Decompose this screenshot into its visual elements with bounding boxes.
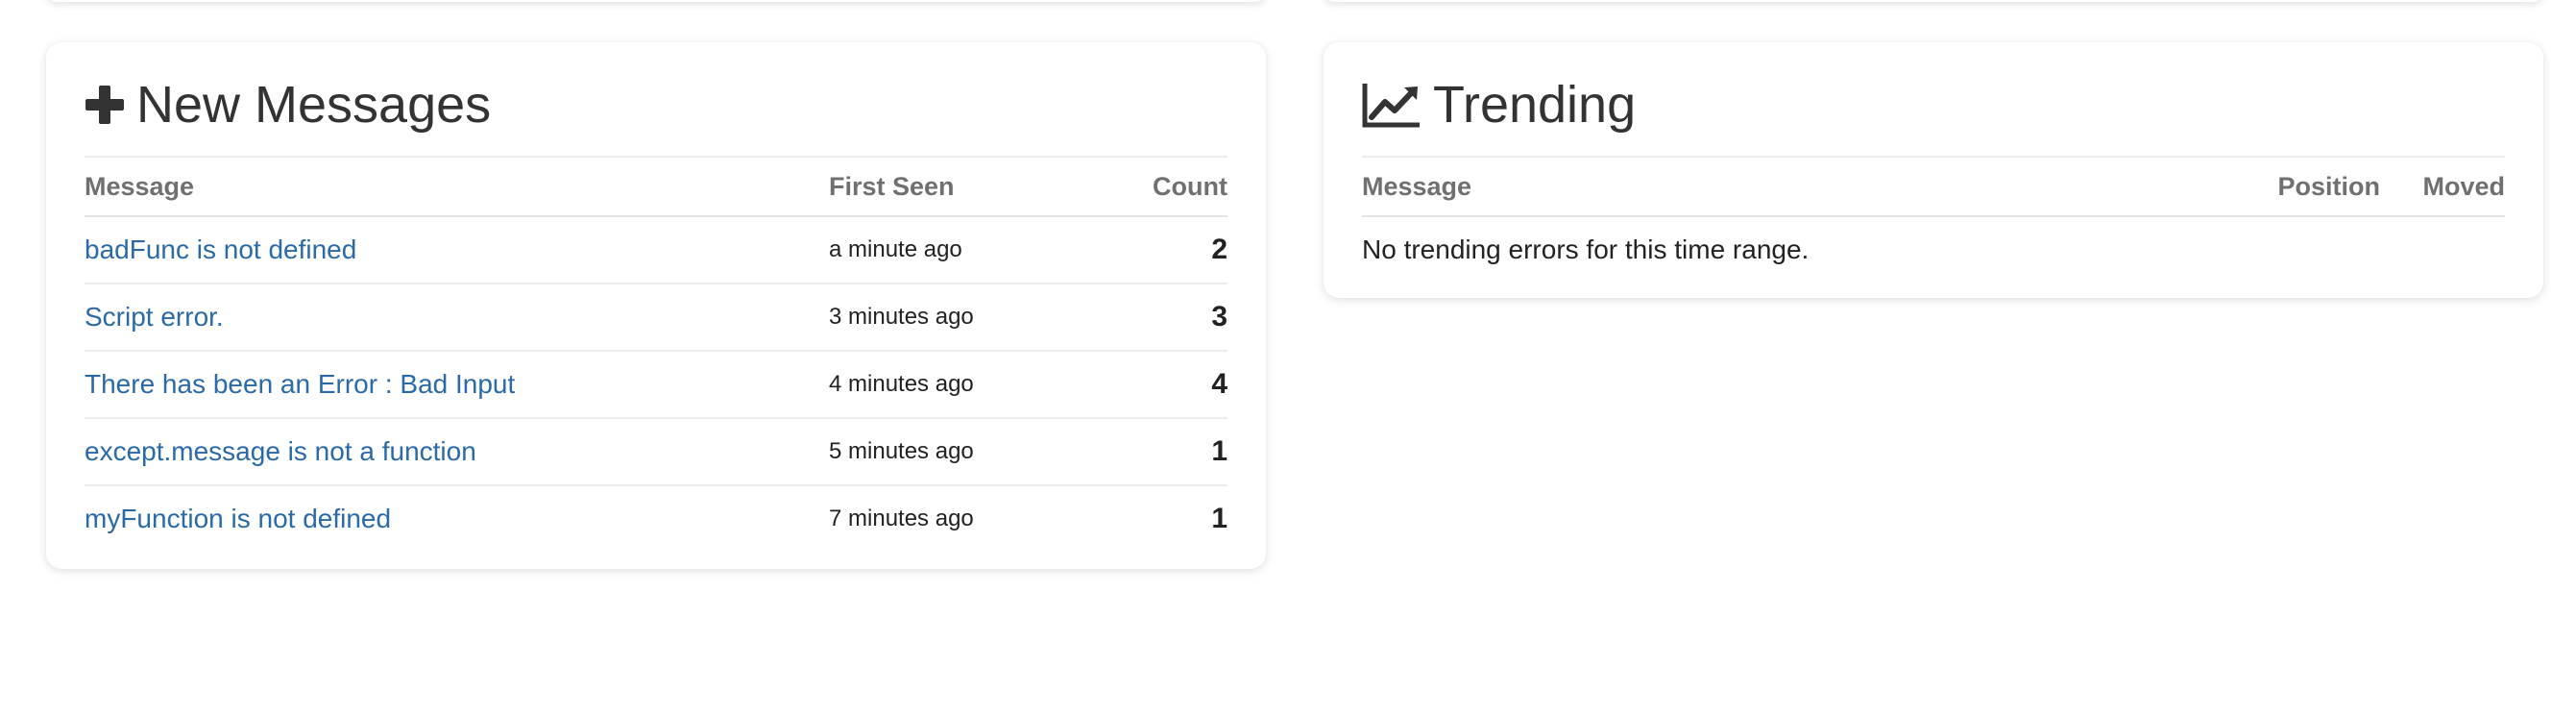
trending-title: Trending <box>1433 76 1637 134</box>
column-header-moved: Moved <box>2380 156 2505 217</box>
message-link[interactable]: except.message is not a function <box>85 436 476 466</box>
new-messages-title: New Messages <box>136 76 492 134</box>
previous-card-right <box>1324 0 2543 2</box>
new-messages-card: New Messages Message First Seen Count ba… <box>46 42 1266 569</box>
table-row: Script error. 3 minutes ago 3 <box>85 284 1227 352</box>
table-row: except.message is not a function 5 minut… <box>85 418 1227 486</box>
count-value: 3 <box>1107 284 1227 352</box>
count-value: 1 <box>1107 418 1227 486</box>
column-header-count: Count <box>1107 156 1227 217</box>
column-header-message: Message <box>85 156 829 217</box>
message-link[interactable]: Script error. <box>85 302 224 332</box>
message-link[interactable]: myFunction is not defined <box>85 504 391 533</box>
first-seen-value: 4 minutes ago <box>829 371 974 397</box>
column-header-first-seen: First Seen <box>829 156 1107 217</box>
first-seen-value: 3 minutes ago <box>829 304 974 330</box>
message-link[interactable]: badFunc is not defined <box>85 234 356 264</box>
count-value: 2 <box>1107 216 1227 284</box>
line-chart-icon <box>1362 81 1422 129</box>
empty-state-text: No trending errors for this time range. <box>1362 234 1810 264</box>
table-row: There has been an Error : Bad Input 4 mi… <box>85 351 1227 419</box>
count-value: 4 <box>1107 351 1227 419</box>
table-header-row: Message Position Moved <box>1362 156 2505 217</box>
new-messages-header: New Messages <box>85 42 1227 156</box>
first-seen-value: 5 minutes ago <box>829 438 974 464</box>
table-row: badFunc is not defined a minute ago 2 <box>85 216 1227 284</box>
column-header-message: Message <box>1362 156 2207 217</box>
table-header-row: Message First Seen Count <box>85 156 1227 217</box>
message-link[interactable]: There has been an Error : Bad Input <box>85 369 515 399</box>
trending-table: Message Position Moved <box>1362 156 2505 217</box>
table-row: myFunction is not defined 7 minutes ago … <box>85 485 1227 552</box>
trending-card: Trending Message Position Moved No trend… <box>1324 42 2543 298</box>
trending-header: Trending <box>1362 42 2505 156</box>
plus-icon <box>85 85 125 125</box>
new-messages-table: Message First Seen Count badFunc is not … <box>85 156 1227 552</box>
first-seen-value: 7 minutes ago <box>829 505 974 531</box>
previous-card-left <box>46 0 1266 2</box>
count-value: 1 <box>1211 503 1227 534</box>
first-seen-value: a minute ago <box>829 236 962 262</box>
column-header-position: Position <box>2207 156 2380 217</box>
